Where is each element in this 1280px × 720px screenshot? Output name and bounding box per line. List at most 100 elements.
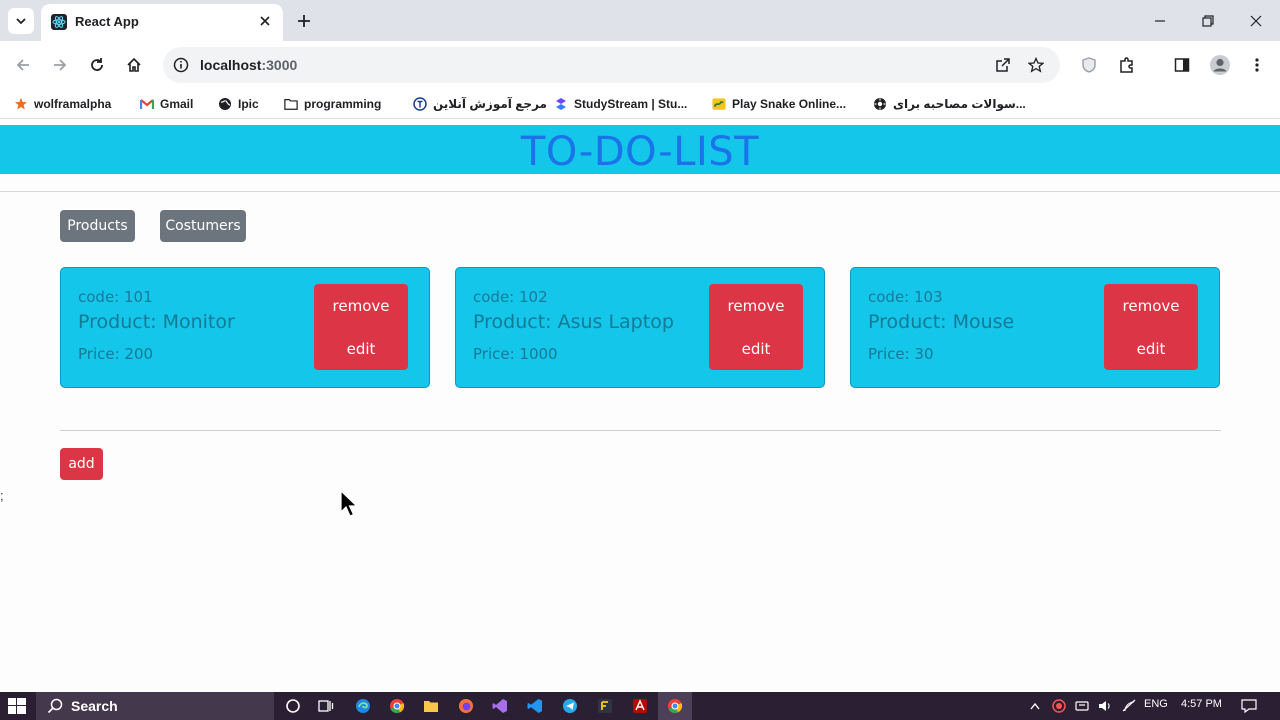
profile-avatar[interactable] [1207,52,1233,78]
card-actions: remove edit [1104,284,1198,370]
browser-tabstrip: React App [0,0,1280,41]
forward-button[interactable] [47,52,73,78]
language-indicator[interactable]: ENG [1144,698,1168,710]
edit-button[interactable]: edit [1104,340,1198,358]
volume-icon[interactable] [1097,696,1113,716]
extensions-puzzle-icon[interactable] [1114,52,1140,78]
address-bar[interactable]: localhost:3000 [163,47,1060,83]
browser-tab[interactable]: React App [41,4,283,41]
url-port: :3000 [261,57,298,73]
bookmark-programming-folder[interactable]: programming [284,95,381,113]
product-card: code: 103 Product: Mouse Price: 30 remov… [850,267,1220,388]
visual-studio-icon[interactable] [490,696,510,716]
gmail-icon [140,97,154,111]
product-card: code: 101 Product: Monitor Price: 200 re… [60,267,430,388]
restore-button[interactable] [1195,8,1221,34]
side-panel-icon[interactable] [1169,52,1195,78]
remove-button[interactable]: remove [314,297,408,315]
home-button[interactable] [121,52,147,78]
chrome-icon[interactable] [387,696,407,716]
bookmark-label: StudyStream | Stu... [574,97,688,111]
edit-button[interactable]: edit [314,340,408,358]
bookmark-wolframalpha[interactable]: wolframalpha [14,95,111,113]
bookmark-star-icon[interactable] [1026,55,1046,75]
file-explorer-icon[interactable] [421,696,441,716]
card-actions: remove edit [709,284,803,370]
tab-search-button[interactable] [8,8,34,34]
clock[interactable]: 4:57 PM [1181,698,1222,710]
stray-text: ; [0,488,4,503]
home-icon [127,57,141,72]
avatar-icon [1210,55,1230,75]
product-code: code: 103 [868,288,943,306]
cortana-icon[interactable] [283,696,303,716]
globe-icon [218,97,232,111]
notifications-icon[interactable] [1240,696,1258,716]
remove-button[interactable]: remove [709,297,803,315]
bookmark-online-ref[interactable]: مرجع آموزش آنلاین [413,95,547,113]
add-button[interactable]: add [60,448,103,480]
folder-icon [284,97,298,111]
tray-expand-icon[interactable] [1028,696,1042,716]
wifi-icon[interactable] [1121,696,1137,716]
bookmark-label: wolframalpha [34,97,112,111]
url-text[interactable]: localhost:3000 [200,57,297,73]
arrow-right-icon [54,59,67,71]
acrobat-icon[interactable] [630,696,650,716]
page-viewport: TO-DO-LIST Products Costumers code: 101 … [0,124,1280,692]
bookmark-label: مرجع آموزش آنلاین [433,97,547,111]
bookmark-label: سوالات مصاحبه برای... [893,97,1026,111]
header-divider [0,191,1280,192]
open-in-app-icon[interactable] [993,55,1013,75]
info-icon[interactable] [171,55,191,75]
git-app-icon[interactable] [595,696,615,716]
os-taskbar: Search ENG 4:57 PM [0,692,1280,720]
product-code: code: 101 [78,288,153,306]
app-header: TO-DO-LIST [0,125,1280,175]
bookmark-studystream[interactable]: StudyStream | Stu... [554,95,687,113]
close-icon [1250,15,1262,27]
bookmark-interview-questions[interactable]: سوالات مصاحبه برای... [873,95,1026,113]
snake-icon [712,97,726,111]
bookmark-play-snake[interactable]: Play Snake Online... [712,95,846,113]
vscode-icon[interactable] [525,696,545,716]
reload-button[interactable] [84,52,110,78]
record-icon[interactable] [1051,696,1067,716]
customers-button[interactable]: Costumers [160,210,246,242]
bookmark-label: Play Snake Online... [732,97,847,111]
firefox-icon[interactable] [456,696,476,716]
tab-close-button[interactable] [255,11,275,31]
window-close-button[interactable] [1243,8,1269,34]
product-name: Product: Monitor [78,311,235,333]
bookmark-gmail[interactable]: Gmail [140,95,193,113]
plus-icon [298,15,310,27]
remove-button[interactable]: remove [1104,297,1198,315]
browser-menu-button[interactable] [1244,52,1270,78]
mouse-cursor-icon [340,490,358,517]
products-button[interactable]: Products [60,210,135,242]
windows-start-icon[interactable] [8,698,26,714]
section-divider [60,430,1221,431]
extension-shield-icon[interactable] [1076,52,1102,78]
product-name: Product: Asus Laptop [473,311,674,333]
restore-icon [1202,15,1214,27]
network-app-icon[interactable] [1074,696,1090,716]
telegram-icon[interactable] [560,696,580,716]
back-button[interactable] [10,52,36,78]
reload-icon [91,58,103,71]
browser-toolbar: localhost:3000 [0,41,1280,89]
edit-button[interactable]: edit [709,340,803,358]
chrome-active-icon[interactable] [658,692,692,720]
minimize-button[interactable] [1147,8,1173,34]
site-icon [413,97,427,111]
studystream-icon [554,97,568,111]
arrow-left-icon [16,59,29,71]
taskbar-search[interactable]: Search [36,692,274,720]
new-tab-button[interactable] [292,9,316,33]
bookmark-ipic[interactable]: Ipic [218,95,259,113]
wolfram-icon [14,97,28,111]
task-view-icon[interactable] [316,696,336,716]
edge-icon[interactable] [353,696,373,716]
product-price: Price: 200 [78,345,154,363]
product-code: code: 102 [473,288,548,306]
